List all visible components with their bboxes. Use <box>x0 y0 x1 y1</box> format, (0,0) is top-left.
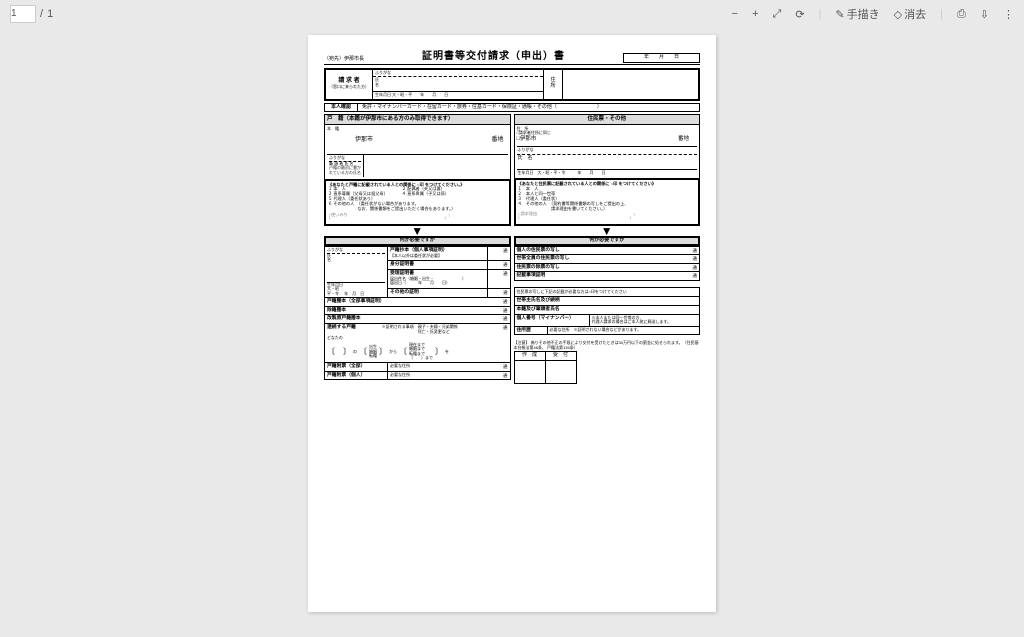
juminhyo-section-header: 住民票・その他 <box>514 114 701 124</box>
address-label-col: 住 所 <box>544 69 563 100</box>
print-icon[interactable]: ⎙ <box>957 8 966 21</box>
zoom-out-icon[interactable]: − <box>732 8 738 20</box>
juminhyo-need-header: 何が必要ですか <box>514 236 701 246</box>
dob-label: 生年月日 <box>375 92 391 97</box>
addressee: （宛先）伊那市長 <box>324 57 364 63</box>
zoom-in-icon[interactable]: + <box>752 8 758 20</box>
download-icon[interactable]: ⇩ <box>980 8 989 21</box>
menu-icon[interactable]: ⋮ <box>1003 8 1014 21</box>
draw-tool[interactable]: ✎ 手描き <box>835 6 879 22</box>
fit-icon[interactable]: ⤢ <box>773 8 782 21</box>
koseki-section-header: 戸 籍（本籍が伊那市にある方のみ取得できます） <box>324 114 511 124</box>
city: 伊那市 <box>355 137 373 144</box>
name-label-col: 氏 名 <box>373 77 381 91</box>
date-box: 年 月 日 <box>623 53 700 63</box>
uketsuke-label: 受 付 <box>545 352 576 361</box>
hittou-note: 戸籍の最初に書か れている方の氏名 <box>329 166 361 175</box>
extra-header: 住民票の写しに下記の記載が必要な方は○印をつけてください <box>514 287 701 298</box>
furigana-label: ふりがな <box>373 70 543 78</box>
idcheck-value: 免許・マイナンバーカード・在留カード・旅券・住基カード・保険証・通帳・その他（ … <box>358 103 700 113</box>
doc-title: 証明書等交付請求（申出）書 <box>370 51 617 63</box>
banchi: 番地 <box>491 137 503 144</box>
page-separator: / <box>40 8 43 20</box>
sakusei-label: 作 成 <box>514 352 545 361</box>
koseki-need-header: 何が必要ですか <box>324 236 511 246</box>
erase-tool[interactable]: ◇ 消去 <box>894 6 926 22</box>
page-current-input[interactable]: 1 <box>10 5 36 23</box>
page-total: 1 <box>47 8 53 20</box>
rotate-icon[interactable]: ⟳ <box>795 8 804 21</box>
pdf-viewer: 1 / 1 − + ⤢ ⟳ | ✎ 手描き ◇ 消去 | ⎙ ⇩ ⋮ （宛先）伊… <box>0 0 1024 637</box>
pdf-toolbar: 1 / 1 − + ⤢ ⟳ | ✎ 手描き ◇ 消去 | ⎙ ⇩ ⋮ <box>0 0 1024 28</box>
document-page: （宛先）伊那市長 証明書等交付請求（申出）書 年 月 日 請 求 者 （窓口に来… <box>308 35 716 612</box>
arrow-down-icon: ▼ <box>324 226 511 236</box>
caution-text: 【注意】 偽りその他不正の手段により交付を受けたときは30万円以下の罰金に処せら… <box>514 341 701 350</box>
applicant-sub: （窓口に来られた方） <box>326 85 372 90</box>
idcheck-label: 本人確認 <box>324 103 358 113</box>
